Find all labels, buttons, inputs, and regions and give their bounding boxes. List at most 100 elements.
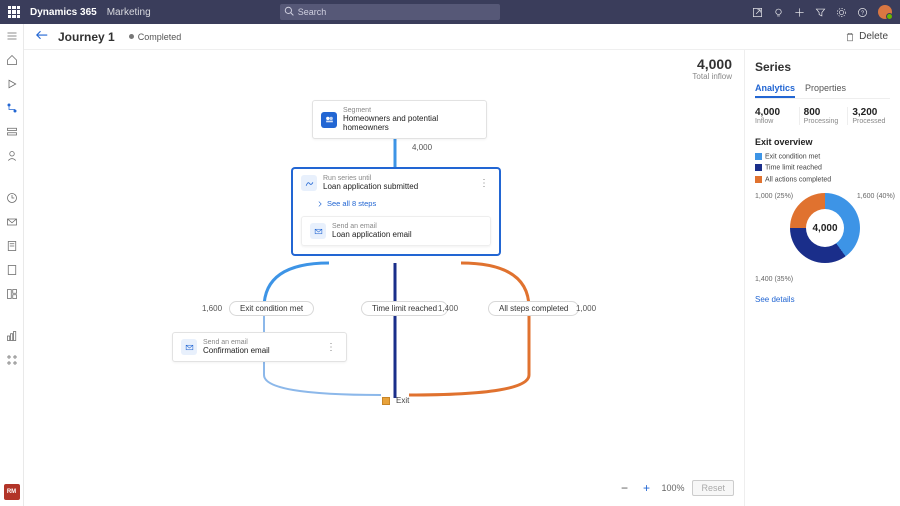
total-inflow-value: 4,000: [692, 56, 732, 72]
page-icon[interactable]: [6, 264, 18, 276]
panel-title: Series: [755, 60, 890, 74]
node-type-label: Run series until: [323, 175, 418, 182]
email-icon[interactable]: [6, 216, 18, 228]
node-type-label: Send an email: [203, 339, 270, 346]
play-icon[interactable]: [6, 78, 18, 90]
journey-icon[interactable]: [6, 102, 18, 114]
legend-all-actions: All actions completed: [755, 176, 831, 183]
total-inflow-summary: 4,000 Total inflow: [692, 56, 732, 81]
donut-label-bl: 1,400 (35%): [755, 276, 793, 283]
module-name: Marketing: [107, 7, 151, 18]
global-topbar: Dynamics 365 Marketing ?: [0, 0, 900, 24]
exit-label: Exit: [396, 396, 409, 405]
exit-overview-legend: Exit condition met Time limit reached Al…: [755, 153, 890, 183]
stat-inflow: 4,000 Inflow: [755, 107, 793, 125]
email-step-icon: [310, 223, 326, 239]
global-search-input[interactable]: [280, 4, 500, 20]
menu-icon[interactable]: [6, 30, 18, 42]
node-menu-button[interactable]: ⋮: [324, 342, 338, 353]
journey-canvas[interactable]: 4,000 Total inflow: [24, 50, 744, 506]
delete-label: Delete: [859, 31, 888, 42]
trash-icon: [845, 32, 855, 42]
count-all-steps: 1,000: [576, 304, 596, 313]
clock-icon[interactable]: [6, 192, 18, 204]
node-confirmation-email[interactable]: Send an email Confirmation email ⋮: [172, 332, 347, 362]
exit-overview-chart: 1,000 (25%) 1,600 (40%) 4,000 1,400 (35%…: [755, 193, 895, 283]
series-icon: [301, 175, 317, 191]
lightbulb-icon[interactable]: [773, 7, 784, 18]
share-icon[interactable]: [752, 7, 763, 18]
gear-icon[interactable]: [836, 7, 847, 18]
stat-processing: 800 Processing: [799, 107, 842, 125]
zoom-value: 100%: [661, 483, 684, 493]
delete-button[interactable]: Delete: [845, 31, 888, 42]
count-exit-condition: 1,600: [202, 304, 222, 313]
node-exit[interactable]: Exit: [382, 396, 409, 405]
tab-properties[interactable]: Properties: [805, 80, 846, 98]
page-title: Journey 1: [58, 30, 115, 44]
area-switcher[interactable]: RM: [4, 484, 20, 500]
see-details-link[interactable]: See details: [755, 295, 795, 304]
app-name: Dynamics 365: [30, 7, 97, 18]
help-icon[interactable]: ?: [857, 7, 868, 18]
inner-title: Loan application email: [332, 230, 412, 239]
panel-stats: 4,000 Inflow 800 Processing 3,200 Proces…: [755, 107, 890, 125]
donut-center-value: 4,000: [790, 193, 860, 263]
plus-icon[interactable]: [794, 7, 805, 18]
exit-icon: [382, 397, 390, 405]
topbar-actions: ?: [752, 5, 892, 19]
segment-icon: [321, 112, 337, 128]
app-launcher-icon[interactable]: [8, 6, 20, 18]
segments-icon[interactable]: [6, 126, 18, 138]
stat-processed: 3,200 Processed: [847, 107, 890, 125]
user-avatar[interactable]: [878, 5, 892, 19]
donut-ring: 4,000: [790, 193, 860, 263]
node-segment[interactable]: Segment Homeowners and potential homeown…: [312, 100, 487, 139]
node-title: Homeowners and potential homeowners: [343, 114, 478, 132]
zoom-in-button[interactable]: +: [639, 481, 653, 495]
left-nav-rail: RM: [0, 24, 24, 506]
template-icon[interactable]: [6, 288, 18, 300]
pill-all-steps[interactable]: All steps completed: [488, 301, 579, 316]
inner-step-card[interactable]: Send an email Loan application email: [301, 216, 491, 246]
zoom-out-button[interactable]: −: [617, 481, 631, 495]
panel-tabs: Analytics Properties: [755, 80, 890, 99]
svg-text:?: ?: [861, 10, 864, 16]
status-text: Completed: [138, 32, 182, 42]
node-type-label: Segment: [343, 107, 478, 114]
pill-time-limit[interactable]: Time limit reached: [361, 301, 448, 316]
node-title: Confirmation email: [203, 346, 270, 355]
settings-rail-icon[interactable]: [6, 354, 18, 366]
email-icon: [181, 339, 197, 355]
global-search-wrap: [280, 4, 500, 20]
flow-count-segment-out: 4,000: [412, 143, 432, 152]
chevron-right-icon: [317, 201, 323, 207]
main-area: 4,000 Total inflow: [24, 50, 900, 506]
donut-label-tr: 1,600 (40%): [857, 193, 895, 200]
status-indicator-icon: [129, 34, 134, 39]
zoom-reset-button[interactable]: Reset: [692, 480, 734, 496]
pill-exit-condition[interactable]: Exit condition met: [229, 301, 314, 316]
total-inflow-label: Total inflow: [692, 72, 732, 81]
inner-type-label: Send an email: [332, 223, 412, 230]
tab-analytics[interactable]: Analytics: [755, 80, 795, 98]
home-icon[interactable]: [6, 54, 18, 66]
see-all-steps-link[interactable]: See all 8 steps: [293, 197, 499, 212]
leads-icon[interactable]: [6, 150, 18, 162]
zoom-controls: − + 100% Reset: [617, 480, 734, 496]
node-title: Loan application submitted: [323, 182, 418, 191]
node-menu-button[interactable]: ⋮: [477, 178, 491, 189]
exit-overview-title: Exit overview: [755, 137, 890, 147]
count-time-limit: 1,400: [438, 304, 458, 313]
node-series[interactable]: Run series until Loan application submit…: [292, 168, 500, 255]
legend-exit-condition: Exit condition met: [755, 153, 820, 160]
filter-icon[interactable]: [815, 7, 826, 18]
details-panel: Series Analytics Properties 4,000 Inflow…: [744, 50, 900, 506]
legend-time-limit: Time limit reached: [755, 164, 822, 171]
search-icon: [284, 6, 294, 16]
back-button[interactable]: [36, 30, 48, 43]
page-header: Journey 1 Completed Delete: [24, 24, 900, 50]
form-icon[interactable]: [6, 240, 18, 252]
donut-label-tl: 1,000 (25%): [755, 193, 793, 200]
analytics-icon[interactable]: [6, 330, 18, 342]
